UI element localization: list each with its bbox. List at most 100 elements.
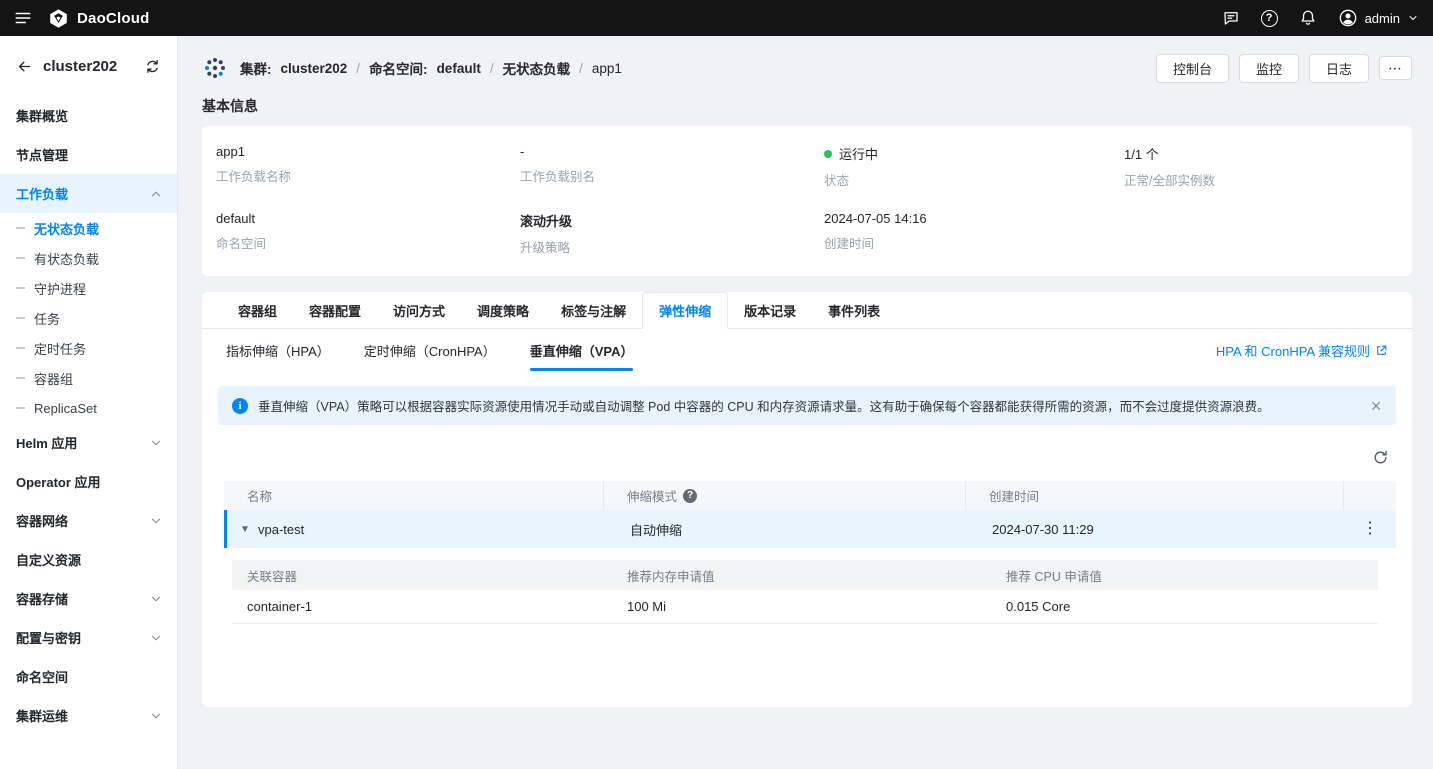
- sidebar-nav: 集群概览 节点管理 工作负载 无状态负载 有状态负载 守护进程 任务 定时任务 …: [0, 96, 177, 735]
- sidebar-subitem-statefulsets[interactable]: 有状态负载: [0, 243, 177, 273]
- cluster-header: cluster202: [0, 36, 177, 96]
- field-upgrade-strategy: 滚动升级 升级策略: [520, 211, 824, 256]
- sidebar-subitem-jobs[interactable]: 任务: [0, 303, 177, 333]
- sidebar-item-cluster-overview[interactable]: 集群概览: [0, 96, 177, 135]
- chevron-down-icon: [149, 592, 163, 606]
- sidebar-item-cluster-ops[interactable]: 集群运维: [0, 696, 177, 735]
- col-name: 名称: [224, 481, 604, 510]
- subtab-cronhpa[interactable]: 定时伸缩（CronHPA）: [364, 341, 496, 371]
- chevron-down-icon: [1407, 12, 1419, 24]
- sidebar-item-container-storage[interactable]: 容器存储: [0, 579, 177, 618]
- tab-access-method[interactable]: 访问方式: [377, 292, 461, 328]
- basic-info-title: 基本信息: [202, 96, 1412, 116]
- basic-info-card: app1 工作负载名称 - 工作负载别名 运行中 状态 1/1 个 正常/全部实…: [202, 126, 1412, 276]
- refresh-icon[interactable]: [1366, 443, 1394, 471]
- tab-labels-annotations[interactable]: 标签与注解: [545, 292, 642, 328]
- main-content: 集群: cluster202 / 命名空间: default / 无状态负载 /…: [178, 36, 1433, 769]
- sidebar-item-node-management[interactable]: 节点管理: [0, 135, 177, 174]
- more-actions-button[interactable]: ⋯: [1379, 56, 1412, 80]
- page-header: 集群: cluster202 / 命名空间: default / 无状态负载 /…: [202, 50, 1412, 86]
- sidebar-subitem-replicasets[interactable]: ReplicaSet: [0, 393, 177, 423]
- chevron-down-icon: [149, 709, 163, 723]
- table-toolbar: [202, 425, 1412, 481]
- sidebar-subitem-cronjobs[interactable]: 定时任务: [0, 333, 177, 363]
- sidebar-subitem-deployments[interactable]: 无状态负载: [0, 213, 177, 243]
- table-row-vpa-test[interactable]: ▼ vpa-test 自动伸缩 2024-07-30 11:29 ⋮: [224, 510, 1396, 548]
- cluster-name: cluster202: [43, 58, 134, 75]
- console-button[interactable]: 控制台: [1156, 54, 1229, 83]
- sidebar-subitem-daemonsets[interactable]: 守护进程: [0, 273, 177, 303]
- col-actions: [1344, 481, 1396, 510]
- container-table-header: 关联容器 推荐内存申请值 推荐 CPU 申请值: [232, 560, 1378, 590]
- detail-tabs-card: 容器组 容器配置 访问方式 调度策略 标签与注解 弹性伸缩 版本记录 事件列表 …: [202, 292, 1412, 707]
- sidebar-item-custom-resources[interactable]: 自定义资源: [0, 540, 177, 579]
- breadcrumb-cluster-value[interactable]: cluster202: [281, 61, 348, 76]
- col-created: 创建时间: [966, 481, 1344, 510]
- container-cpu: 0.015 Core: [991, 599, 1378, 614]
- breadcrumb: 集群: cluster202 / 命名空间: default / 无状态负载 /…: [202, 55, 622, 81]
- vpa-created: 2024-07-30 11:29: [969, 522, 1344, 537]
- tab-container-config[interactable]: 容器配置: [293, 292, 377, 328]
- dash-icon: [16, 407, 25, 409]
- col-mode: 伸缩模式 ?: [604, 481, 966, 510]
- tab-scheduling-policy[interactable]: 调度策略: [461, 292, 545, 328]
- status-dot-icon: [824, 150, 832, 158]
- sidebar-item-workloads[interactable]: 工作负载: [0, 174, 177, 213]
- tab-event-list[interactable]: 事件列表: [812, 292, 896, 328]
- info-icon: i: [232, 398, 248, 414]
- switch-cluster-icon[interactable]: [144, 58, 161, 75]
- logs-button[interactable]: 日志: [1309, 54, 1369, 83]
- tab-pods[interactable]: 容器组: [222, 292, 293, 328]
- subtab-hpa[interactable]: 指标伸缩（HPA）: [226, 341, 330, 371]
- field-status: 运行中 状态: [824, 144, 1124, 189]
- field-instances: 1/1 个 正常/全部实例数: [1124, 144, 1398, 189]
- tab-autoscaling[interactable]: 弹性伸缩: [642, 292, 728, 329]
- sidebar-item-namespaces[interactable]: 命名空间: [0, 657, 177, 696]
- notifications-bell-icon[interactable]: [1299, 9, 1317, 27]
- dash-icon: [16, 227, 25, 229]
- vpa-name: vpa-test: [258, 522, 304, 537]
- help-question-icon[interactable]: ?: [683, 489, 697, 503]
- header-actions: 控制台 监控 日志 ⋯: [1156, 54, 1412, 83]
- col-memory: 推荐内存申请值: [612, 566, 991, 585]
- daocloud-logo-icon: [48, 8, 69, 29]
- username: admin: [1365, 11, 1400, 26]
- monitoring-button[interactable]: 监控: [1239, 54, 1299, 83]
- container-name: container-1: [232, 599, 612, 614]
- breadcrumb-namespace-label: 命名空间:: [369, 58, 428, 78]
- chevron-up-icon: [149, 187, 163, 201]
- field-workload-name: app1 工作负载名称: [216, 144, 520, 189]
- status-badge: 运行中: [839, 144, 878, 163]
- field-namespace: default 命名空间: [216, 211, 520, 256]
- vpa-table-header: 名称 伸缩模式 ? 创建时间: [224, 481, 1396, 510]
- breadcrumb-workload-type[interactable]: 无状态负载: [503, 58, 571, 78]
- dash-icon: [16, 317, 25, 319]
- subtab-vpa[interactable]: 垂直伸缩（VPA）: [530, 341, 634, 371]
- sidebar-item-container-network[interactable]: 容器网络: [0, 501, 177, 540]
- dash-icon: [16, 257, 25, 259]
- hpa-cronhpa-compat-link[interactable]: HPA 和 CronHPA 兼容规则: [1216, 341, 1388, 371]
- sidebar-item-operator-apps[interactable]: Operator 应用: [0, 462, 177, 501]
- kebab-menu-icon[interactable]: ⋮: [1356, 519, 1384, 539]
- user-menu[interactable]: admin: [1338, 8, 1419, 28]
- brand[interactable]: DaoCloud: [48, 8, 149, 29]
- field-workload-alias: - 工作负载别名: [520, 144, 824, 189]
- chevron-down-icon: [149, 514, 163, 528]
- breadcrumb-namespace-value[interactable]: default: [437, 61, 481, 76]
- collapse-caret-icon[interactable]: ▼: [232, 524, 258, 535]
- sidebar-item-config-secrets[interactable]: 配置与密钥: [0, 618, 177, 657]
- help-icon[interactable]: ?: [1261, 10, 1278, 27]
- vpa-mode: 自动伸缩: [607, 520, 969, 539]
- breadcrumb-cluster-label: 集群:: [240, 58, 272, 78]
- close-icon[interactable]: ✕: [1370, 399, 1382, 413]
- back-arrow-icon[interactable]: [16, 58, 33, 75]
- vpa-expanded-detail: 关联容器 推荐内存申请值 推荐 CPU 申请值 container-1 100 …: [224, 548, 1396, 624]
- hamburger-menu-icon[interactable]: [14, 9, 32, 27]
- tab-version-history[interactable]: 版本记录: [728, 292, 812, 328]
- sidebar-item-helm-apps[interactable]: Helm 应用: [0, 423, 177, 462]
- message-icon[interactable]: [1222, 9, 1240, 27]
- external-link-icon: [1375, 344, 1388, 357]
- sidebar-subitem-pods[interactable]: 容器组: [0, 363, 177, 393]
- avatar-icon: [1338, 8, 1358, 28]
- container-table-row: container-1 100 Mi 0.015 Core: [232, 590, 1378, 624]
